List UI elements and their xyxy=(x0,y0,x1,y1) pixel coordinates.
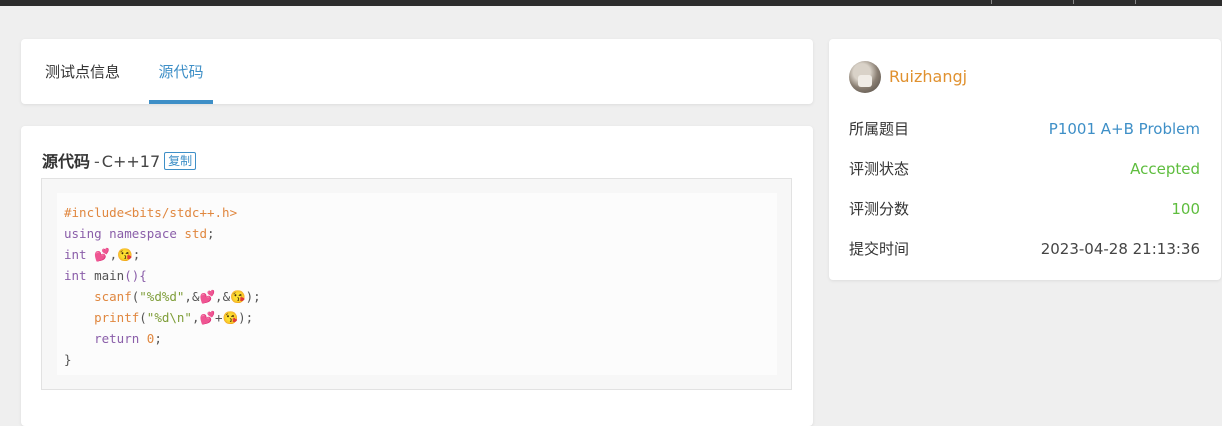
score-value: 100 xyxy=(1171,200,1200,218)
source-title: 源代码 xyxy=(42,152,91,171)
code-string: "%d%d" xyxy=(139,289,185,304)
info-row-status: 评测状态 Accepted xyxy=(849,157,1200,181)
language-label: C++17 xyxy=(101,152,161,171)
info-row-score: 评测分数 100 xyxy=(849,197,1200,221)
source-header: 源代码 - C++17 复制 xyxy=(42,148,197,172)
info-key: 评测分数 xyxy=(849,200,910,218)
code-args: ,💕+😘); xyxy=(191,310,254,325)
info-key: 评测状态 xyxy=(849,160,910,178)
copy-button[interactable]: 复制 xyxy=(164,152,197,170)
code-keyword: return xyxy=(64,331,140,346)
submit-time-value: 2023-04-28 21:13:36 xyxy=(1040,240,1200,258)
status-value: Accepted xyxy=(1130,160,1200,178)
tab-source-code[interactable]: 源代码 xyxy=(149,39,213,104)
problem-link[interactable]: P1001 A+B Problem xyxy=(1049,117,1200,141)
tabs-card: 测试点信息 源代码 xyxy=(21,39,813,104)
info-key: 所属题目 xyxy=(849,120,910,138)
code-keyword: int xyxy=(64,247,87,262)
code-area[interactable]: #include<bits/stdc++.h> using namespace … xyxy=(57,193,777,375)
code-function: printf xyxy=(64,310,140,325)
info-row-time: 提交时间 2023-04-28 21:13:36 xyxy=(849,237,1200,261)
submission-info-card: Ruizhangj 所属题目 P1001 A+B Problem 评测状态 Ac… xyxy=(829,39,1221,280)
code-punct: ; xyxy=(154,331,162,346)
navbar-divider xyxy=(1073,0,1074,4)
code-function: main xyxy=(86,268,125,283)
code-text: #include<bits/stdc++.h> using namespace … xyxy=(64,202,261,370)
code-punct: (){ xyxy=(124,268,147,283)
code-line-8: } xyxy=(64,352,72,367)
code-line-1: #include<bits/stdc++.h> xyxy=(64,205,238,220)
info-key: 提交时间 xyxy=(849,240,910,258)
title-dash: - xyxy=(94,152,100,171)
code-string: "%d\n" xyxy=(146,310,192,325)
source-code-card: 源代码 - C++17 复制 #include<bits/stdc++.h> usin… xyxy=(21,126,813,426)
top-navbar xyxy=(0,0,1222,6)
code-punct: ; xyxy=(207,226,215,241)
avatar[interactable] xyxy=(849,61,881,93)
code-keyword: int xyxy=(64,268,87,283)
code-args: ,&💕,&😘); xyxy=(184,289,261,304)
code-number: 0 xyxy=(139,331,155,346)
info-row-problem: 所属题目 P1001 A+B Problem xyxy=(849,117,1200,141)
code-vars: 💕,😘; xyxy=(86,247,141,262)
code-keyword: using namespace xyxy=(64,226,177,241)
tab-testcase-info[interactable]: 测试点信息 xyxy=(45,39,120,104)
code-punct: ( xyxy=(139,310,147,325)
code-function: scanf xyxy=(64,289,132,304)
code-identifier: std xyxy=(176,226,207,241)
navbar-divider xyxy=(991,0,992,4)
code-block: #include<bits/stdc++.h> using namespace … xyxy=(41,178,792,390)
username-link[interactable]: Ruizhangj xyxy=(889,67,967,86)
navbar-divider xyxy=(1135,0,1136,4)
